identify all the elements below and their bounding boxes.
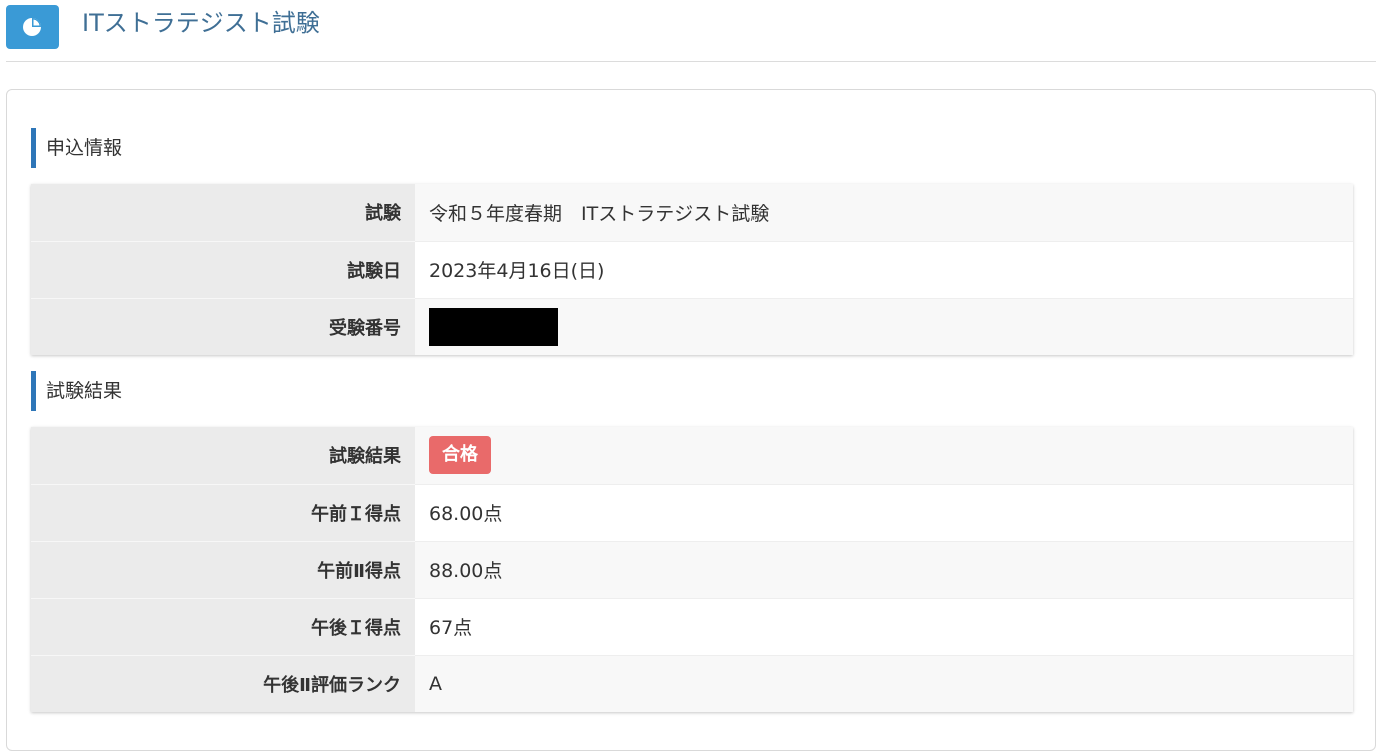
table-row: 午後Ｉ得点 67点	[31, 597, 1353, 655]
section-heading-application: 申込情報	[31, 128, 122, 168]
row-label-examinee-number: 受験番号	[31, 297, 415, 355]
table-row: 試験日 2023年4月16日(日)	[31, 240, 1353, 298]
section-heading-result: 試験結果	[31, 371, 122, 411]
row-label-am2-score: 午前Ⅱ得点	[31, 540, 415, 598]
row-value-am1-score: 68.00点	[415, 483, 1353, 541]
table-row: 午後Ⅱ評価ランク A	[31, 654, 1353, 712]
row-value-pm1-score: 67点	[415, 597, 1353, 655]
row-label-exam: 試験	[31, 184, 415, 241]
row-label-pm2-rank: 午後Ⅱ評価ランク	[31, 654, 415, 712]
page-title: ITストラテジスト試験	[82, 9, 320, 37]
result-info-table: 試験結果 合格 午前Ｉ得点 68.00点 午前Ⅱ得点 88.00点 午後Ｉ得点 …	[31, 427, 1353, 712]
redacted-block	[429, 307, 558, 346]
row-label-am1-score: 午前Ｉ得点	[31, 483, 415, 541]
row-value-pm2-rank: A	[415, 654, 1353, 712]
row-label-result: 試験結果	[31, 427, 415, 484]
row-value-examinee-number	[415, 297, 1353, 355]
table-row: 午前Ⅱ得点 88.00点	[31, 540, 1353, 598]
header-divider	[6, 61, 1376, 62]
row-value-exam-date: 2023年4月16日(日)	[415, 240, 1353, 298]
application-info-table: 試験 令和５年度春期 ITストラテジスト試験 試験日 2023年4月16日(日)…	[31, 184, 1353, 355]
row-value-result: 合格	[415, 427, 1353, 484]
row-label-exam-date: 試験日	[31, 240, 415, 298]
table-row: 試験結果 合格	[31, 427, 1353, 484]
table-row: 試験 令和５年度春期 ITストラテジスト試験	[31, 184, 1353, 241]
pie-chart-icon	[6, 5, 59, 49]
row-value-exam: 令和５年度春期 ITストラテジスト試験	[415, 184, 1353, 241]
table-row: 午前Ｉ得点 68.00点	[31, 483, 1353, 541]
row-value-am2-score: 88.00点	[415, 540, 1353, 598]
row-label-pm1-score: 午後Ｉ得点	[31, 597, 415, 655]
table-row: 受験番号	[31, 297, 1353, 355]
pass-status-badge: 合格	[429, 436, 491, 475]
page-header: ITストラテジスト試験	[0, 0, 1385, 62]
content-panel: 申込情報 試験 令和５年度春期 ITストラテジスト試験 試験日 2023年4月1…	[6, 89, 1376, 751]
